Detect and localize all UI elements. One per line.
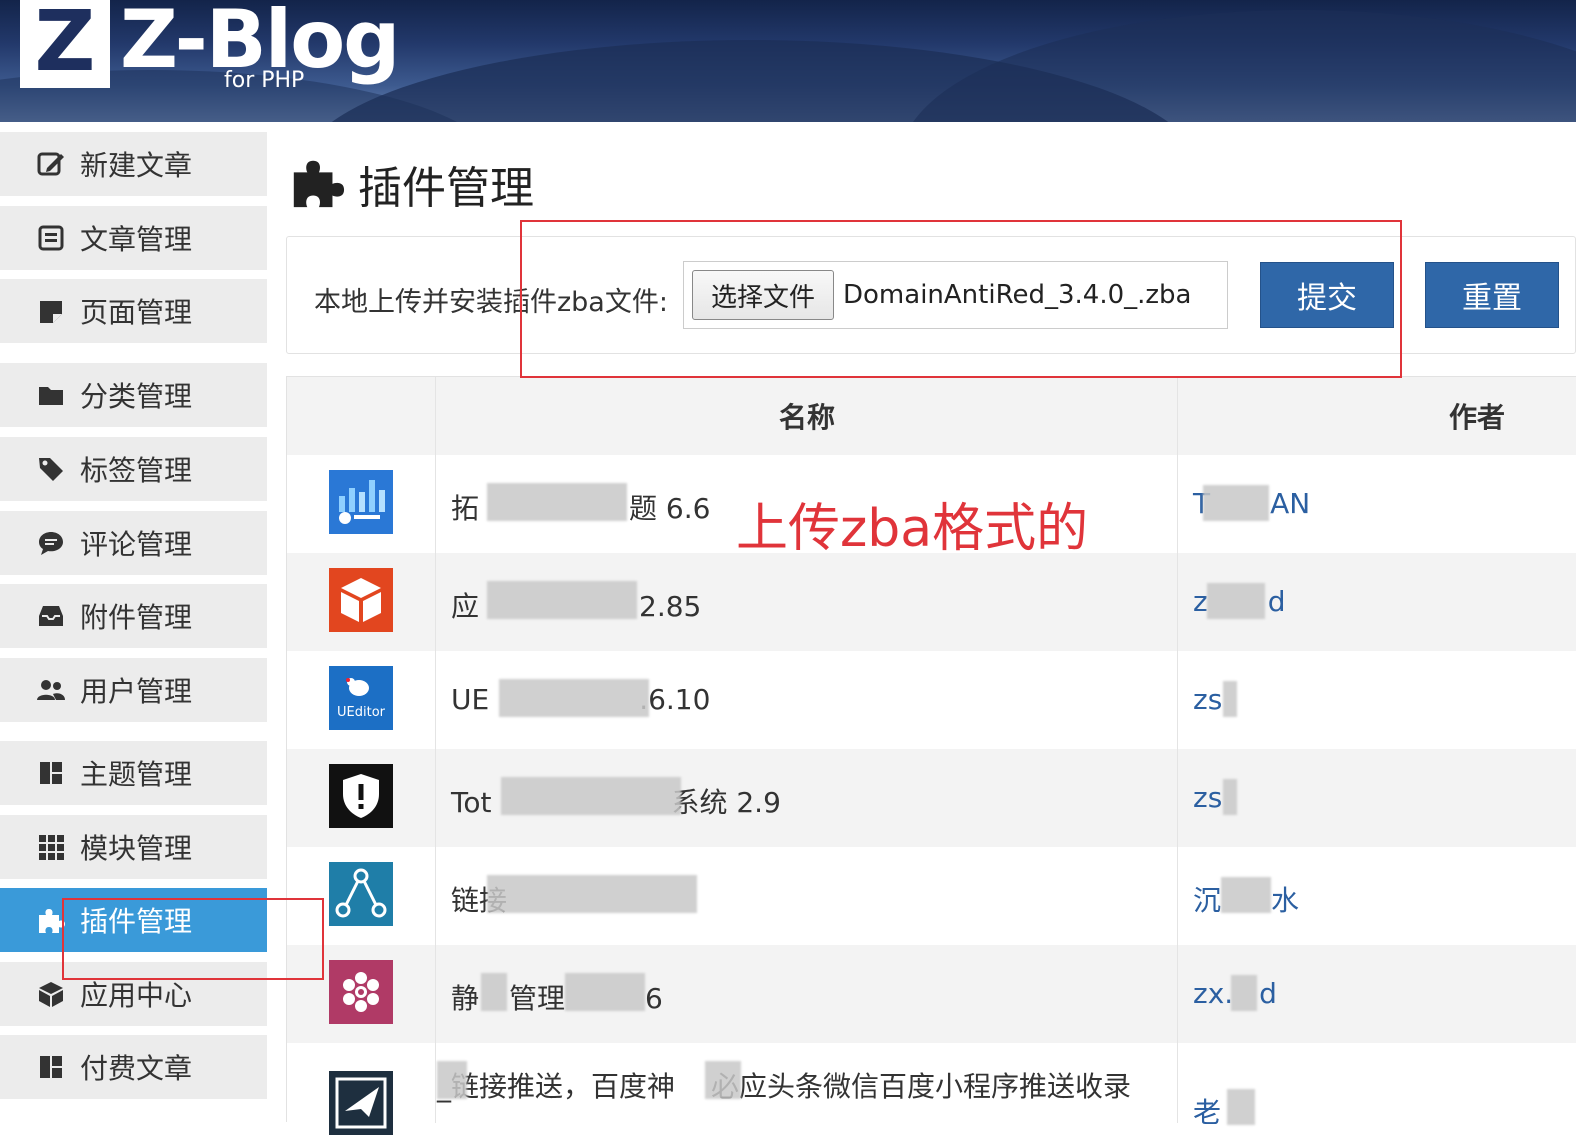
table-row: _链接推送，百度神 必应头条微信百度小程序推送收录 老 xyxy=(287,1043,1576,1141)
column-header-name: 名称 xyxy=(778,401,835,434)
sidebar-item-label: 应用中心 xyxy=(80,979,193,1012)
sidebar-item-label: 附件管理 xyxy=(80,601,193,634)
sidebar-item-label: 新建文章 xyxy=(80,149,193,182)
plugin-author[interactable]: 老 xyxy=(1193,1091,1221,1131)
sidebar-item-label: 标签管理 xyxy=(80,454,193,487)
sidebar-item-label: 页面管理 xyxy=(80,296,193,329)
sidebar-item-new-article[interactable]: 新建文章 xyxy=(0,132,267,196)
annotation-text: 上传zba格式的 xyxy=(736,499,1089,559)
theme-icon xyxy=(34,759,68,787)
table-row: 链接 沉水 xyxy=(287,847,1576,945)
column-divider xyxy=(435,377,436,1123)
sidebar-item-label: 评论管理 xyxy=(80,528,193,561)
sidebar-item-label: 文章管理 xyxy=(80,223,193,256)
send-board-icon xyxy=(329,1071,393,1135)
sidebar-item-article-manage[interactable]: 文章管理 xyxy=(0,206,267,270)
inbox-icon xyxy=(34,602,68,630)
sidebar-item-label: 分类管理 xyxy=(80,380,193,413)
plugin-author[interactable]: zs xyxy=(1193,781,1222,814)
sidebar-item-user-manage[interactable]: 用户管理 xyxy=(0,658,267,722)
reset-button[interactable]: 重置 xyxy=(1425,262,1559,328)
hexagon-flower-icon xyxy=(329,960,393,1024)
svg-text:UEditor: UEditor xyxy=(337,705,386,720)
table-row: 静管理 6 zx. d xyxy=(287,945,1576,1043)
sidebar-item-tag-manage[interactable]: 标签管理 xyxy=(0,437,267,501)
sidebar-item-module-manage[interactable]: 模块管理 xyxy=(0,815,267,879)
column-divider xyxy=(1177,377,1178,1123)
theme-icon xyxy=(34,1053,68,1081)
site-header: Z Z-Blog for PHP xyxy=(0,0,1576,122)
sidebar-item-label: 主题管理 xyxy=(80,758,193,791)
table-row: Tot 系统 2.9 zs xyxy=(287,749,1576,847)
upload-highlight-box xyxy=(520,220,1402,378)
sidebar-item-label: 用户管理 xyxy=(80,675,193,708)
plugin-author[interactable]: zs xyxy=(1193,683,1222,716)
ueditor-icon: UEditor xyxy=(329,666,393,730)
grid-icon xyxy=(34,833,68,861)
comment-icon xyxy=(34,529,68,557)
article-list-icon xyxy=(34,224,68,252)
column-header-author: 作者 xyxy=(1448,401,1505,434)
sidebar-highlight-box xyxy=(62,898,324,980)
shield-alert-icon xyxy=(329,764,393,828)
logo-subtitle: for PHP xyxy=(224,68,305,93)
logo-letter: Z xyxy=(34,0,96,90)
sidebar-item-page-manage[interactable]: 页面管理 xyxy=(0,279,267,343)
table-header: 名称 作者 xyxy=(287,377,1576,455)
sidebar-item-comment-manage[interactable]: 评论管理 xyxy=(0,511,267,575)
sidebar-item-label: 付费文章 xyxy=(80,1052,193,1085)
edit-icon xyxy=(34,150,68,178)
theme-blue-icon xyxy=(329,470,393,534)
users-icon xyxy=(34,676,68,704)
page-title-wrap: 插件管理 xyxy=(288,152,534,216)
sidebar-item-theme-manage[interactable]: 主题管理 xyxy=(0,741,267,805)
page-icon xyxy=(34,297,68,325)
box-icon xyxy=(34,980,68,1008)
folder-icon xyxy=(34,381,68,409)
sidebar-item-attachment-manage[interactable]: 附件管理 xyxy=(0,584,267,648)
tag-icon xyxy=(34,455,68,483)
table-row: 应 2.85 zd xyxy=(287,553,1576,651)
sidebar-item-paid-article[interactable]: 付费文章 xyxy=(0,1035,267,1099)
cube-orange-icon xyxy=(329,568,393,632)
sidebar-item-category-manage[interactable]: 分类管理 xyxy=(0,363,267,427)
puzzle-icon xyxy=(288,153,346,215)
table-row: UEditor UE .6.10 zs xyxy=(287,651,1576,749)
sidebar-item-label: 模块管理 xyxy=(80,832,193,865)
plugin-name[interactable]: _链接推送，百度神 必应头条微信百度小程序推送收录 xyxy=(437,1065,1131,1105)
page-title: 插件管理 xyxy=(358,163,534,214)
share-nodes-icon xyxy=(329,862,393,926)
